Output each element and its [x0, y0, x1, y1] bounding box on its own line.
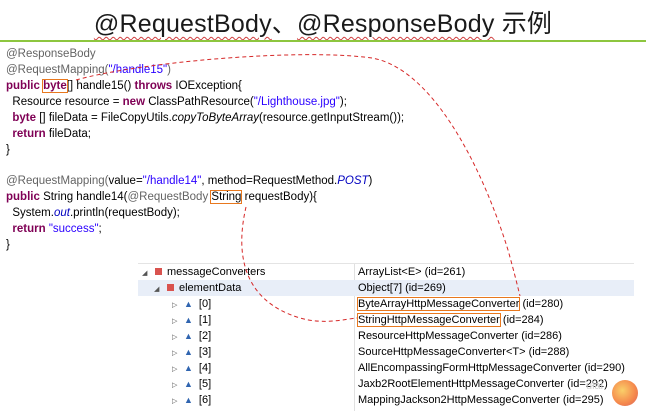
title-suffix: 示例 — [494, 10, 553, 38]
tree-row[interactable]: ◢ messageConverters ArrayList<E> (id=261) — [138, 264, 634, 280]
tree-row[interactable]: ▷ ▲ [1] StringHttpMessageConverter (id=284… — [138, 312, 634, 328]
element-icon: ▲ — [184, 379, 193, 389]
bytearray-converter-highlight: ByteArrayHttpMessageConverter — [356, 297, 521, 311]
element-icon: ▲ — [184, 395, 193, 405]
tree-row[interactable]: ▷ ▲ [2] ResourceHttpMessageConverter (id=2… — [138, 328, 634, 344]
watermark-text: ulai — [586, 380, 604, 392]
tree-row[interactable]: ▷ ▲ [4] AllEncompassingFormHttpMessageConv… — [138, 360, 634, 376]
tree-row[interactable]: ▷ ▲ [5] Jaxb2RootElementHttpMessageConvert… — [138, 376, 634, 392]
field-icon — [167, 284, 174, 291]
title-requestbody: @RequestBody — [93, 10, 272, 38]
string-param-type-highlight: String — [210, 190, 243, 204]
byte-return-type-highlight: byte — [42, 79, 68, 93]
tree-row[interactable]: ▷ ▲ [0] ByteArrayHttpMessageConverter (id=… — [138, 296, 634, 312]
element-icon: ▲ — [184, 347, 193, 357]
code-line: @ResponseBody — [6, 48, 96, 60]
code-line: System.out.println(requestBody); — [6, 207, 180, 219]
code-line: public byte[] handle15() throws IOExcept… — [6, 79, 242, 93]
element-icon: ▲ — [184, 363, 193, 373]
element-icon: ▲ — [184, 299, 193, 309]
code-line: } — [6, 144, 10, 156]
field-icon — [155, 268, 162, 275]
code-line: return fileData; — [12, 128, 92, 140]
tree-row[interactable]: ▷ ▲ [6] MappingJackson2HttpMessageConverte… — [138, 392, 634, 408]
code-line: Resource resource = new ClassPathResourc… — [6, 96, 347, 108]
element-icon: ▲ — [184, 315, 193, 325]
title-responsebody: @ResponseBody — [297, 10, 495, 38]
title-separator: 、 — [271, 10, 297, 38]
code-line: byte [] fileData = FileCopyUtils.copyToB… — [12, 112, 405, 124]
code-line: } — [6, 239, 10, 251]
code-line: return "success"; — [12, 223, 102, 235]
tree-row[interactable]: ◢ elementData Object[7] (id=269) — [138, 280, 634, 296]
collapsed-triangle-icon[interactable]: ▷ — [172, 394, 182, 410]
title-underline-rule — [0, 40, 646, 42]
code-line: @RequestMapping(value="/handle14", metho… — [6, 175, 373, 187]
code-line: public String handle14(@RequestBody Stri… — [6, 190, 317, 204]
string-converter-highlight: StringHttpMessageConverter — [357, 313, 501, 327]
element-icon: ▲ — [184, 331, 193, 341]
slide-title: @RequestBody、@ResponseBody 示例 — [0, 4, 646, 40]
code-line: @RequestMapping("/handle15") — [6, 64, 171, 76]
tree-row[interactable]: ▷ ▲ [3] SourceHttpMessageConverter<T> (id=… — [138, 344, 634, 360]
debug-variables-panel: ◢ messageConverters ArrayList<E> (id=261)… — [138, 263, 634, 411]
watermark-logo — [612, 380, 638, 406]
